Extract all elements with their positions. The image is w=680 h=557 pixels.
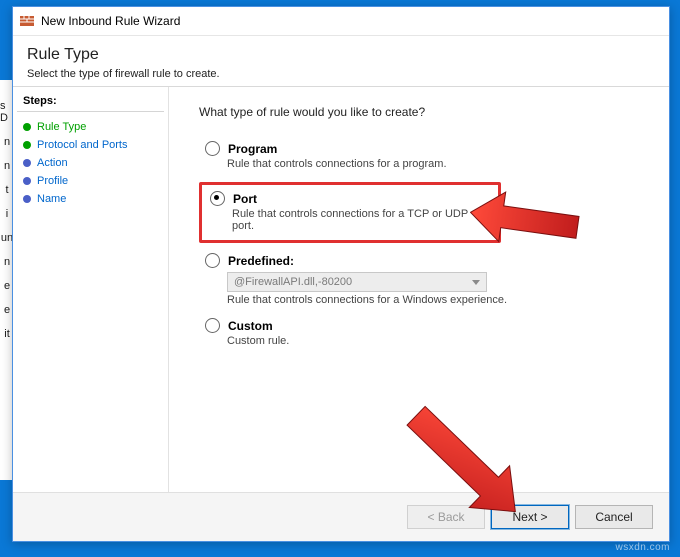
page-header: Rule Type Select the type of firewall ru…	[13, 36, 669, 87]
wizard-window: New Inbound Rule Wizard Rule Type Select…	[12, 6, 670, 542]
page-subtitle: Select the type of firewall rule to crea…	[27, 68, 655, 80]
radio-program[interactable]	[205, 141, 220, 156]
option-program-row[interactable]: Program	[205, 141, 639, 156]
step-action[interactable]: Action	[17, 154, 164, 172]
wizard-body: Steps: Rule Type Protocol and Ports Acti…	[13, 87, 669, 492]
option-predefined-row[interactable]: Predefined:	[205, 253, 639, 268]
annotation-highlight-port: Port Rule that controls connections for …	[199, 182, 501, 243]
radio-custom[interactable]	[205, 318, 220, 333]
steps-pane: Steps: Rule Type Protocol and Ports Acti…	[13, 87, 169, 492]
button-bar: < Back Next > Cancel	[13, 492, 669, 541]
option-port: Port Rule that controls connections for …	[210, 191, 490, 232]
option-port-row[interactable]: Port	[210, 191, 490, 206]
step-rule-type[interactable]: Rule Type	[17, 118, 164, 136]
option-port-desc: Rule that controls connections for a TCP…	[232, 208, 490, 232]
step-label: Action	[37, 157, 68, 169]
option-custom-desc: Custom rule.	[227, 335, 639, 347]
step-bullet-icon	[23, 195, 31, 203]
step-name[interactable]: Name	[17, 190, 164, 208]
window-title: New Inbound Rule Wizard	[41, 14, 180, 28]
page-title: Rule Type	[27, 46, 655, 64]
option-program: Program Rule that controls connections f…	[205, 141, 639, 170]
watermark: wsxdn.com	[615, 542, 670, 553]
spacer	[199, 359, 639, 482]
predefined-dropdown-value: @FirewallAPI.dll,-80200	[234, 276, 352, 288]
option-predefined-label: Predefined:	[228, 254, 294, 268]
next-button[interactable]: Next >	[491, 505, 569, 529]
predefined-dropdown: @FirewallAPI.dll,-80200	[227, 272, 487, 292]
option-port-label: Port	[233, 192, 257, 206]
titlebar[interactable]: New Inbound Rule Wizard	[13, 7, 669, 36]
cancel-button[interactable]: Cancel	[575, 505, 653, 529]
step-bullet-icon	[23, 123, 31, 131]
option-program-label: Program	[228, 142, 277, 156]
steps-heading: Steps:	[17, 95, 164, 112]
option-custom: Custom Custom rule.	[205, 318, 639, 347]
step-protocol-ports[interactable]: Protocol and Ports	[17, 136, 164, 154]
radio-predefined[interactable]	[205, 253, 220, 268]
radio-port[interactable]	[210, 191, 225, 206]
step-bullet-icon	[23, 177, 31, 185]
step-label: Name	[37, 193, 66, 205]
option-predefined: Predefined: @FirewallAPI.dll,-80200 Rule…	[205, 253, 639, 306]
rule-type-prompt: What type of rule would you like to crea…	[199, 105, 639, 119]
back-button: < Back	[407, 505, 485, 529]
option-custom-label: Custom	[228, 319, 273, 333]
step-bullet-icon	[23, 159, 31, 167]
option-program-desc: Rule that controls connections for a pro…	[227, 158, 639, 170]
step-bullet-icon	[23, 141, 31, 149]
step-label: Profile	[37, 175, 68, 187]
desktop-background: s D n n t i un n e e it New Inbound Rule…	[0, 0, 680, 557]
option-predefined-desc: Rule that controls connections for a Win…	[227, 294, 639, 306]
step-profile[interactable]: Profile	[17, 172, 164, 190]
option-custom-row[interactable]: Custom	[205, 318, 639, 333]
content-pane: What type of rule would you like to crea…	[169, 87, 669, 492]
firewall-icon	[19, 13, 35, 29]
step-label: Rule Type	[37, 121, 86, 133]
step-label: Protocol and Ports	[37, 139, 128, 151]
